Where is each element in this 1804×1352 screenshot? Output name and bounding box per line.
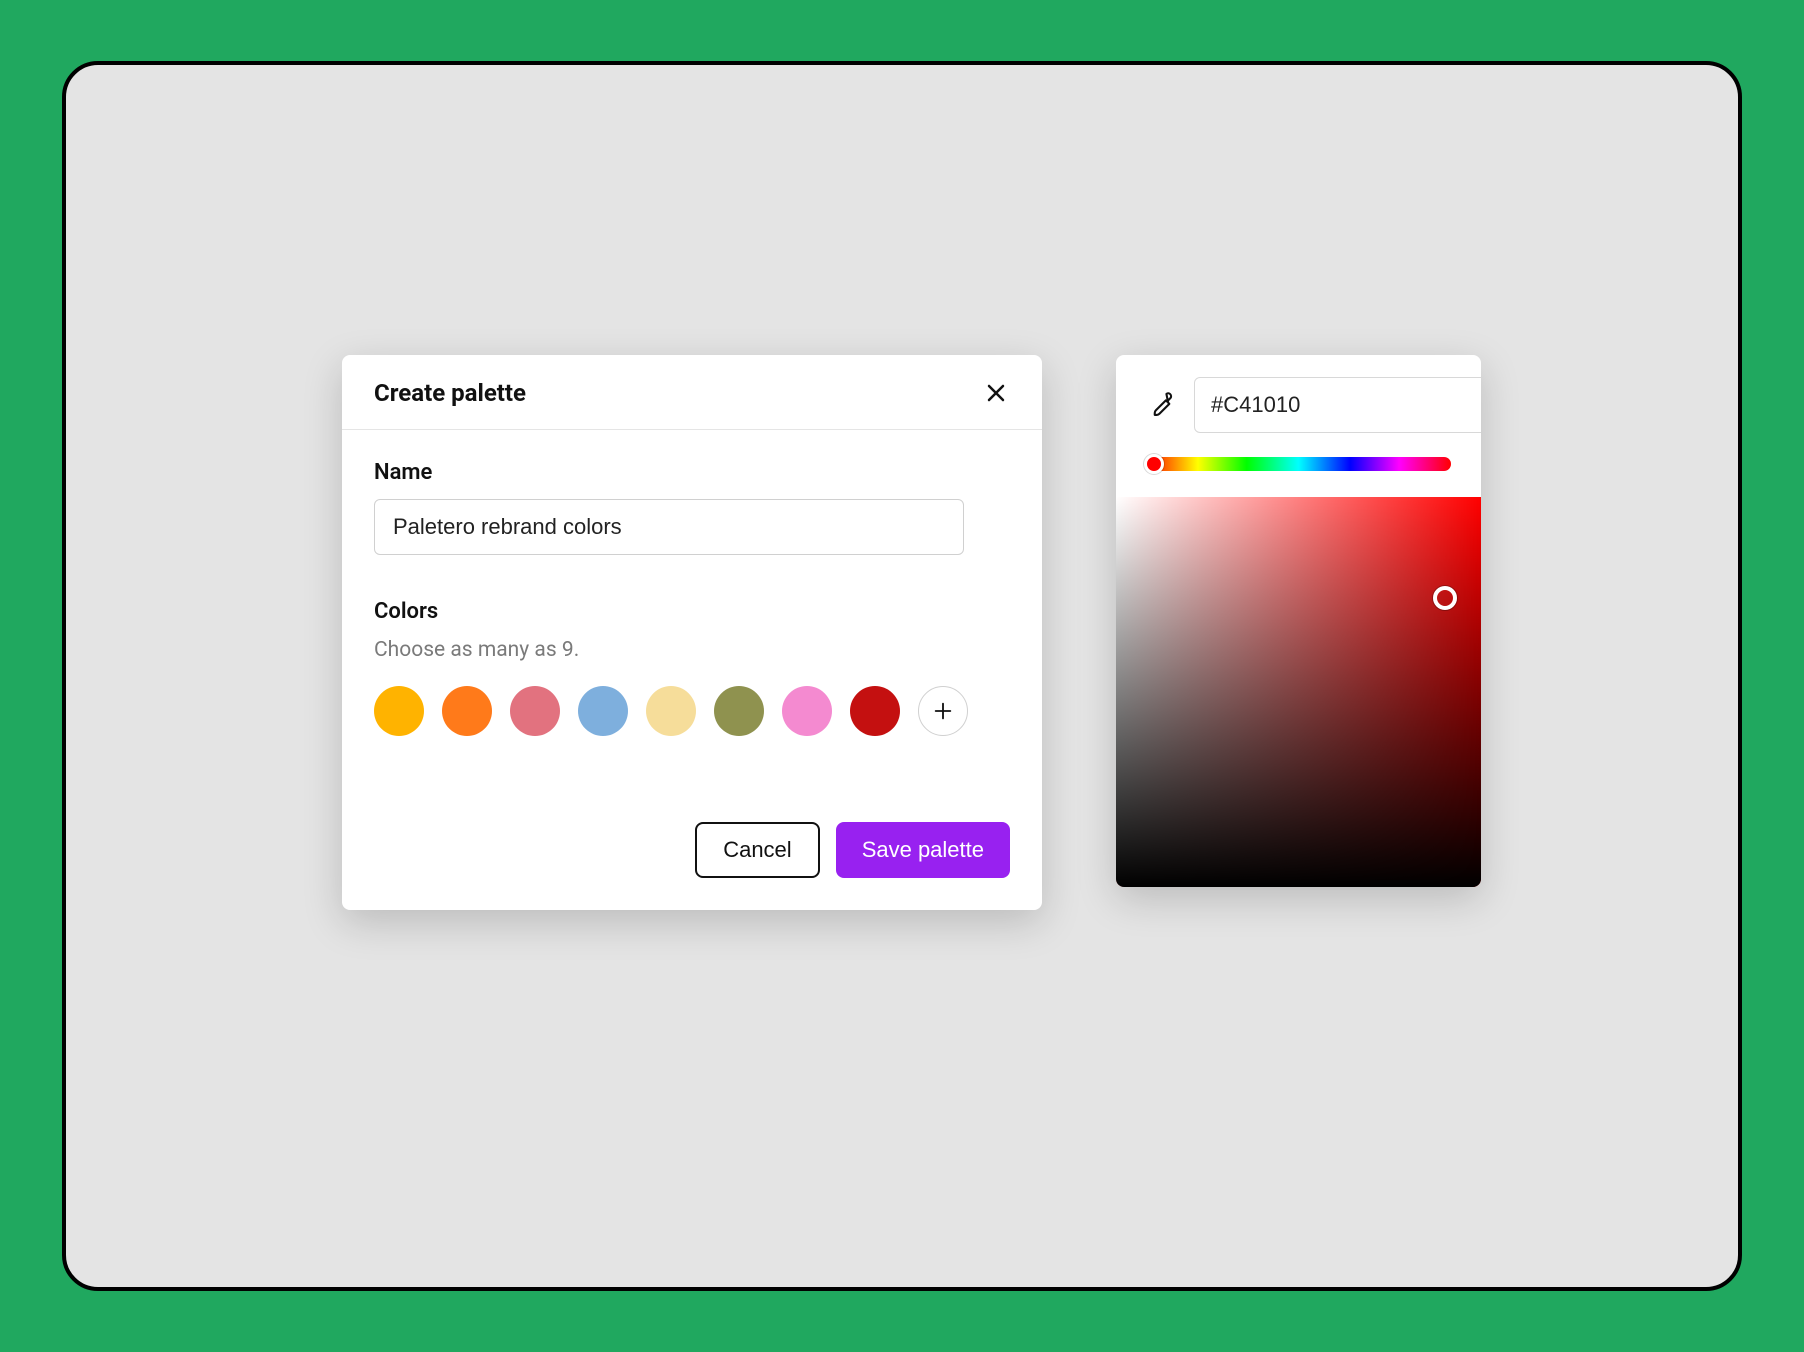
modal-body: Name Colors Choose as many as 9. bbox=[342, 430, 1042, 760]
close-button[interactable] bbox=[982, 379, 1010, 407]
color-swatch-7[interactable] bbox=[850, 686, 900, 736]
close-icon bbox=[984, 381, 1008, 405]
saturation-value-area[interactable] bbox=[1116, 497, 1481, 887]
color-swatch-5[interactable] bbox=[714, 686, 764, 736]
modal-header: Create palette bbox=[342, 355, 1042, 430]
eyedropper-icon bbox=[1146, 391, 1174, 419]
palette-name-input[interactable] bbox=[374, 499, 964, 555]
swatch-row bbox=[374, 686, 1010, 736]
color-swatch-2[interactable] bbox=[510, 686, 560, 736]
name-label: Name bbox=[374, 460, 1010, 485]
color-swatch-3[interactable] bbox=[578, 686, 628, 736]
hue-slider-thumb[interactable] bbox=[1144, 454, 1164, 474]
color-swatch-6[interactable] bbox=[782, 686, 832, 736]
hue-slider[interactable] bbox=[1146, 457, 1451, 471]
eyedropper-button[interactable] bbox=[1146, 390, 1174, 420]
save-palette-button[interactable]: Save palette bbox=[836, 822, 1010, 878]
plus-icon bbox=[932, 700, 954, 722]
modal-footer: Cancel Save palette bbox=[342, 760, 1042, 910]
colors-section: Colors Choose as many as 9. bbox=[374, 599, 1010, 736]
add-color-button[interactable] bbox=[918, 686, 968, 736]
color-picker bbox=[1116, 355, 1481, 887]
sv-cursor[interactable] bbox=[1433, 586, 1457, 610]
app-frame: Create palette Name Colors Choose as man… bbox=[62, 61, 1742, 1291]
modal-title: Create palette bbox=[374, 379, 526, 407]
color-swatch-4[interactable] bbox=[646, 686, 696, 736]
hex-input[interactable] bbox=[1194, 377, 1481, 433]
create-palette-modal: Create palette Name Colors Choose as man… bbox=[342, 355, 1042, 910]
cancel-button[interactable]: Cancel bbox=[695, 822, 819, 878]
color-swatch-0[interactable] bbox=[374, 686, 424, 736]
colors-helper: Choose as many as 9. bbox=[374, 638, 1010, 662]
color-swatch-1[interactable] bbox=[442, 686, 492, 736]
colors-label: Colors bbox=[374, 599, 1010, 624]
picker-top bbox=[1116, 355, 1481, 451]
